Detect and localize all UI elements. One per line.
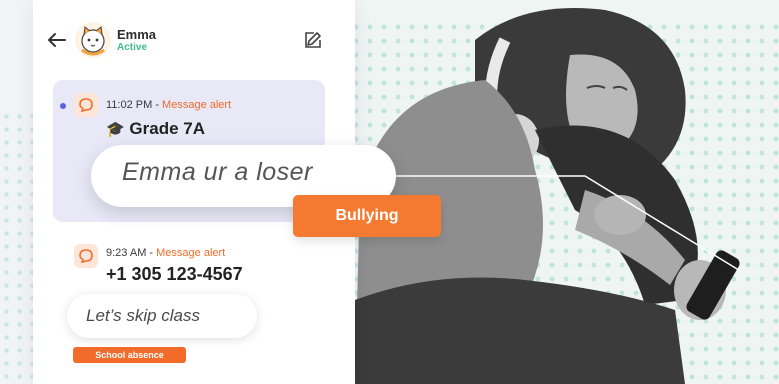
message-time-value: 11:02 PM - <box>106 99 163 111</box>
message-time: 9:23 AM - Message alert <box>106 247 225 259</box>
message-sender: 🎓 Grade 7A <box>106 119 205 139</box>
message-alert-icon <box>74 244 98 268</box>
message-sender: +1 305 123-4567 <box>106 264 243 284</box>
message-alert-label: Message alert <box>156 247 226 259</box>
graduation-cap-icon: 🎓 <box>106 121 125 138</box>
message-text-large: Emma ur a loser <box>122 158 313 186</box>
arrow-left-icon[interactable] <box>47 32 67 48</box>
message-alert-icon <box>74 93 98 117</box>
alert-tag-school-absence[interactable]: School absence <box>73 347 186 363</box>
message-text: Let’s skip class <box>86 306 201 325</box>
chat-header: Emma Active <box>33 10 355 70</box>
alert-tag-bullying[interactable]: Bullying <box>293 195 441 237</box>
message-alert-label: Message alert <box>162 99 232 111</box>
contact-status: Active <box>117 42 148 53</box>
message-time: 11:02 PM - Message alert <box>106 99 231 111</box>
avatar[interactable] <box>75 22 111 58</box>
contact-name: Emma <box>117 27 157 42</box>
unread-indicator <box>60 103 66 109</box>
message-time-value: 9:23 AM - <box>106 247 157 259</box>
cat-avatar-icon <box>81 26 105 56</box>
edit-icon[interactable] <box>303 30 323 50</box>
girl-with-phone-photo <box>355 0 779 384</box>
message-sender-name: Grade 7A <box>129 119 206 138</box>
